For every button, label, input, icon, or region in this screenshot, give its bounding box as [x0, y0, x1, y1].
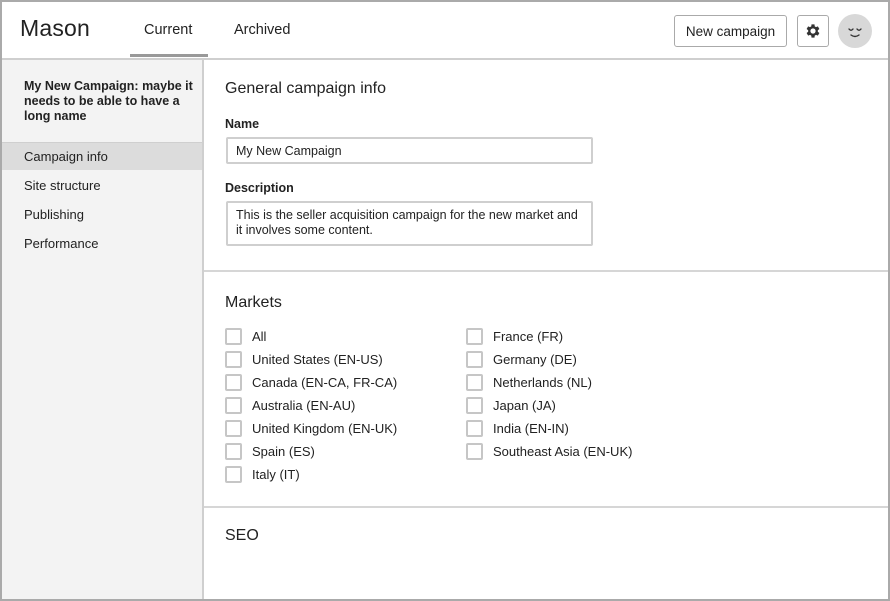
seo-heading: SEO: [225, 527, 259, 544]
checkbox[interactable]: [225, 396, 242, 414]
settings-button[interactable]: [797, 15, 829, 47]
sidebar-campaign-name: My New Campaign: maybe it needs to be ab…: [24, 79, 193, 123]
user-avatar[interactable]: [838, 14, 872, 48]
sidebar-item-publishing[interactable]: Publishing: [2, 201, 202, 229]
top-bar: Mason Current Archived New campaign: [2, 2, 888, 60]
market-label: India (EN-IN): [493, 420, 569, 436]
market-label: Netherlands (NL): [493, 374, 592, 390]
checkbox[interactable]: [466, 373, 483, 391]
sidebar-item-performance[interactable]: Performance: [2, 230, 202, 258]
app-window: Mason Current Archived New campaign My N…: [0, 0, 890, 601]
sidebar-item-site-structure[interactable]: Site structure: [2, 172, 202, 200]
section-divider: [204, 270, 888, 272]
checkbox[interactable]: [466, 350, 483, 368]
market-option-southeast-asia[interactable]: Southeast Asia (EN-UK): [466, 442, 632, 460]
market-option-canada[interactable]: Canada (EN-CA, FR-CA): [225, 373, 397, 391]
market-label: Australia (EN-AU): [252, 397, 356, 413]
checkbox[interactable]: [225, 350, 242, 368]
market-label: Canada (EN-CA, FR-CA): [252, 374, 398, 390]
checkbox[interactable]: [225, 465, 242, 483]
market-option-netherlands[interactable]: Netherlands (NL): [466, 373, 592, 391]
market-option-italy[interactable]: Italy (IT): [225, 465, 300, 483]
market-option-united-states[interactable]: United States (EN-US): [225, 350, 383, 368]
description-label: Description: [225, 181, 294, 195]
new-campaign-button[interactable]: New campaign: [674, 15, 787, 47]
description-textarea[interactable]: This is the seller acquisition campaign …: [226, 201, 593, 246]
market-label: United Kingdom (EN-UK): [252, 420, 398, 436]
market-option-india[interactable]: India (EN-IN): [466, 419, 569, 437]
checkbox[interactable]: [466, 396, 483, 414]
checkbox[interactable]: [225, 442, 242, 460]
market-option-germany[interactable]: Germany (DE): [466, 350, 577, 368]
checkbox[interactable]: [225, 373, 242, 391]
markets-heading: Markets: [225, 294, 282, 311]
name-label: Name: [225, 117, 260, 131]
market-option-australia[interactable]: Australia (EN-AU): [225, 396, 355, 414]
checkbox[interactable]: [466, 327, 483, 345]
market-option-all[interactable]: All: [225, 327, 266, 345]
market-label: Spain (ES): [252, 443, 315, 459]
market-label: United States (EN-US): [252, 351, 383, 367]
market-option-japan[interactable]: Japan (JA): [466, 396, 556, 414]
general-info-heading: General campaign info: [225, 80, 386, 97]
app-title: Mason: [20, 15, 91, 41]
market-label: Germany (DE): [493, 351, 577, 367]
market-label: Italy (IT): [252, 466, 300, 482]
smiley-face-icon: [848, 28, 862, 38]
sidebar-item-campaign-info[interactable]: Campaign info: [2, 142, 202, 170]
main-content: General campaign info Name Description T…: [204, 60, 888, 599]
gear-icon: [806, 24, 820, 38]
checkbox[interactable]: [466, 419, 483, 437]
checkbox[interactable]: [225, 327, 242, 345]
market-label: France (FR): [493, 328, 564, 344]
market-option-united-kingdom[interactable]: United Kingdom (EN-UK): [225, 419, 397, 437]
sidebar: My New Campaign: maybe it needs to be ab…: [2, 60, 204, 599]
section-divider: [204, 506, 888, 508]
checkbox[interactable]: [225, 419, 242, 437]
tab-current[interactable]: Current: [144, 22, 192, 38]
active-tab-indicator: [130, 54, 208, 57]
checkbox[interactable]: [466, 442, 483, 460]
market-option-france[interactable]: France (FR): [466, 327, 563, 345]
market-label: Southeast Asia (EN-UK): [493, 443, 633, 459]
campaign-name-input[interactable]: [226, 137, 593, 164]
market-option-spain[interactable]: Spain (ES): [225, 442, 315, 460]
tab-archived[interactable]: Archived: [234, 22, 290, 38]
market-label: Japan (JA): [493, 397, 556, 413]
market-label: All: [252, 328, 267, 344]
